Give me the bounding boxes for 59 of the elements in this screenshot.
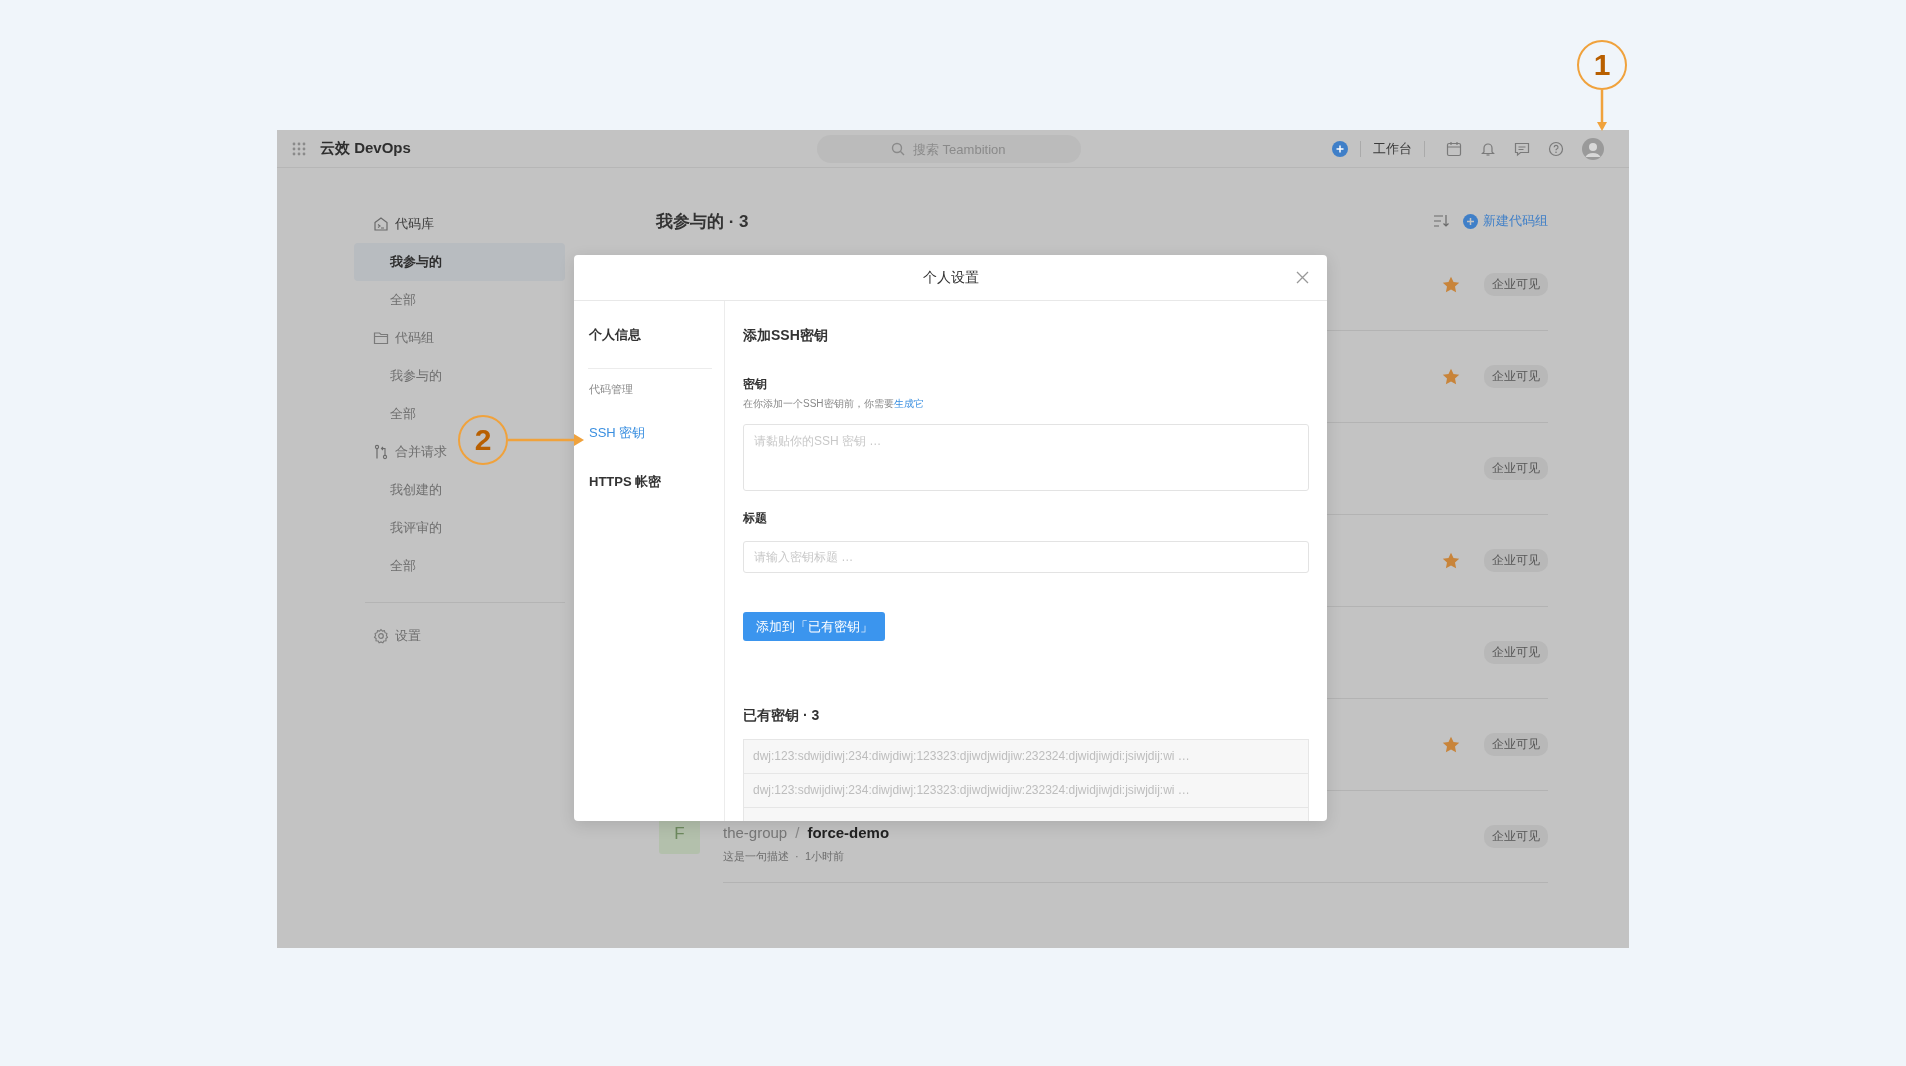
sidebar-item[interactable]: 我评审的 (354, 509, 565, 547)
callout-number: 2 (458, 415, 508, 465)
terminal-folder-icon (373, 216, 389, 232)
help-icon[interactable] (1548, 140, 1564, 157)
folder-icon (373, 330, 389, 346)
bell-icon[interactable] (1480, 140, 1496, 157)
calendar-icon[interactable] (1446, 140, 1462, 157)
visibility-tag: 企业可见 (1484, 825, 1548, 848)
add-key-button[interactable]: 添加到「已有密钥」 (743, 612, 885, 641)
star-icon[interactable] (1442, 552, 1460, 569)
settings-icon (373, 628, 389, 644)
sidebar-group-label[interactable]: 代码组 (395, 329, 434, 347)
hint-text: 在你添加一个SSH密钥前，你需要生成它 (743, 397, 925, 411)
nav-tab[interactable]: 个人信息 (574, 317, 724, 353)
key-list-item[interactable]: dwj:123:sdwijdiwj:234:diwjdiwj:123323:djiwdjwidjiw:232324:djwidjiwjdi:jsiwjdij:wi … (744, 774, 1308, 808)
plus-icon (1463, 213, 1478, 229)
visibility-tag: 企业可见 (1484, 365, 1548, 388)
user-avatar[interactable] (1582, 137, 1604, 160)
callout-number: 1 (1577, 40, 1627, 90)
app-title[interactable]: 云效 DevOps (320, 139, 411, 158)
sidebar-item[interactable]: 我参与的 (354, 357, 565, 395)
sidebar-item[interactable]: 我创建的 (354, 471, 565, 509)
key-list-item[interactable]: dwj:123:sdwijdiwj:234:diwjdiwj:123323:djiwdjwidjiw:232324:djwidjiwjdi:jsiwjdij:wi … (744, 740, 1308, 774)
field-label: 标题 (743, 510, 768, 527)
section-heading: 已有密钥 · 3 (743, 706, 821, 725)
workbench-link[interactable]: 工作台 (1360, 140, 1425, 157)
section-heading: 添加SSH密钥 (743, 326, 829, 345)
apps-grid-icon[interactable] (292, 141, 306, 156)
sort-icon[interactable] (1433, 214, 1449, 228)
visibility-tag: 企业可见 (1484, 457, 1548, 480)
star-icon[interactable] (1442, 276, 1460, 293)
visibility-tag: 企业可见 (1484, 641, 1548, 664)
star-icon[interactable] (1442, 368, 1460, 385)
plus-icon[interactable] (1332, 140, 1348, 157)
callout-arrow (1597, 90, 1607, 132)
page-title: 我参与的 · 3 (656, 210, 749, 233)
sidebar-group-label[interactable]: 代码库 (395, 215, 434, 233)
message-icon[interactable] (1514, 140, 1530, 157)
new-group-button[interactable]: 新建代码组 (1463, 212, 1548, 230)
repo-name[interactable]: force-demo (807, 823, 890, 841)
visibility-tag: 企业可见 (1484, 273, 1548, 296)
group-name[interactable]: the-group (723, 823, 788, 841)
generate-link[interactable]: 生成它 (893, 398, 924, 409)
close-icon[interactable] (1296, 271, 1309, 284)
search-icon (891, 142, 905, 156)
path-separator: / (795, 823, 800, 841)
sidebar-group-label[interactable]: 合并请求 (395, 443, 447, 461)
visibility-tag: 企业可见 (1484, 549, 1548, 572)
visibility-tag: 企业可见 (1484, 733, 1548, 756)
nav-section-label: 代码管理 (588, 368, 712, 399)
sidebar-item[interactable]: 全部 (354, 547, 565, 585)
merge-request-icon (373, 444, 389, 460)
sidebar-item[interactable]: 全部 (354, 281, 565, 319)
settings-link[interactable]: 设置 (395, 627, 421, 645)
star-icon[interactable] (1442, 736, 1460, 753)
field-label: 密钥 (743, 376, 768, 393)
nav-tab[interactable]: HTTPS 帐密 (574, 457, 724, 506)
dialog-title: 个人设置 (922, 268, 979, 287)
sidebar-item[interactable]: 我参与的 (354, 243, 565, 281)
